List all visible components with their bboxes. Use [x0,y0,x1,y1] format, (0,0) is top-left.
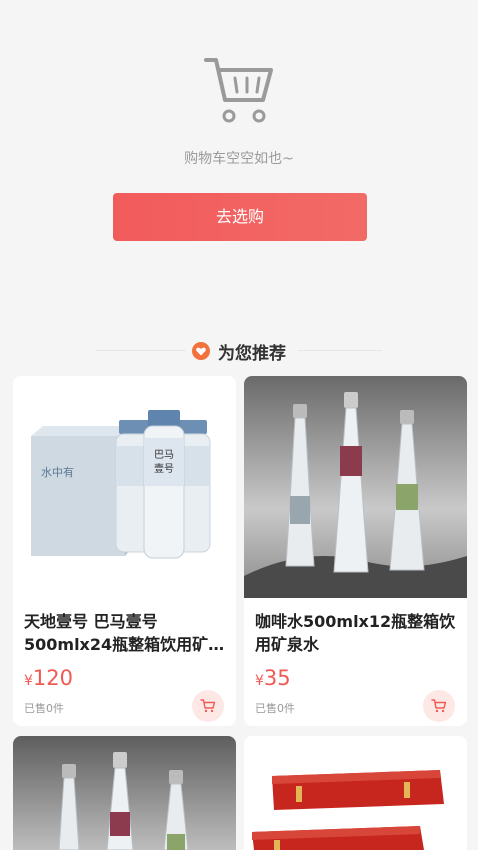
cart-icon [431,699,447,713]
product-price: ¥35 [255,666,291,690]
empty-cart-message: 购物车空空如也~ [184,151,294,167]
cart-icon [200,699,216,713]
go-shopping-button[interactable]: 去选购 [113,193,367,241]
product-card[interactable]: 咖啡水500mlx12瓶整箱饮用矿泉水 ¥35 已售0件 [244,376,467,726]
product-name[interactable]: 天地壹号 巴马壹号500mlx24瓶整箱饮用矿泉水 [24,610,225,656]
product-card[interactable] [13,736,236,850]
product-price: ¥120 [24,666,74,690]
svg-text:壹号: 壹号 [154,462,174,475]
product-sold-count: 已售0件 [255,702,295,715]
product-name[interactable]: 咖啡水500mlx12瓶整箱饮用矿泉水 [255,610,456,656]
svg-text:水中有: 水中有 [41,465,74,479]
empty-cart-state: 购物车空空如也~ 去选购 [0,0,478,330]
product-card[interactable] [244,736,467,850]
add-to-cart-button[interactable] [192,690,224,722]
product-image [13,736,236,850]
product-image [244,736,467,850]
recommend-header: 为您推荐 [0,338,478,364]
product-image [244,376,467,598]
heart-badge-icon [192,342,210,360]
add-to-cart-button[interactable] [423,690,455,722]
product-sold-count: 已售0件 [24,702,64,715]
divider-right [298,350,382,351]
empty-cart-icon [204,58,273,123]
product-image-label: 巴马 [154,449,174,461]
product-image: 水中有 巴马 壹号 [13,376,236,598]
product-card[interactable]: 水中有 巴马 壹号 天地壹号 巴马壹号500mlx24瓶整箱饮用矿泉水 ¥120… [13,376,236,726]
divider-left [96,350,186,351]
recommend-title: 为您推荐 [218,343,286,364]
